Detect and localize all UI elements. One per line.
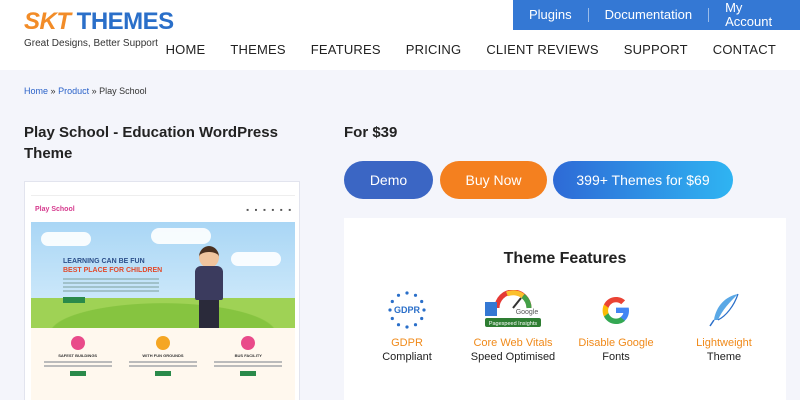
preview-hero: LEARNING CAN BE FUN BEST PLACE FOR CHILD… bbox=[31, 222, 295, 328]
theme-features-panel: Theme Features GDPR GDPR Compliant Googl… bbox=[344, 218, 786, 400]
price-label: For $39 bbox=[344, 124, 398, 141]
feature-lightweight-title: Lightweight bbox=[696, 337, 752, 349]
svg-text:GDPR: GDPR bbox=[394, 305, 421, 315]
gdpr-icon: GDPR bbox=[387, 290, 427, 330]
breadcrumb-separator: » bbox=[91, 86, 97, 96]
feature-fonts-title: Disable Google bbox=[578, 337, 654, 349]
feature-cwv-title: Core Web Vitals bbox=[473, 337, 553, 349]
topbar-my-account-link[interactable]: My Account bbox=[709, 1, 800, 29]
nav-features[interactable]: FEATURES bbox=[311, 42, 381, 57]
main-navigation: HOME THEMES FEATURES PRICING CLIENT REVI… bbox=[141, 42, 776, 57]
preview-hero-subheading: BEST PLACE FOR CHILDREN bbox=[63, 267, 163, 274]
preview-feature-cards: SAFEST BUILDINGS WITH FUN GROUNDS BUS FA… bbox=[31, 328, 295, 400]
preview-hero-heading: LEARNING CAN BE FUN bbox=[63, 258, 145, 265]
nav-home[interactable]: HOME bbox=[166, 42, 206, 57]
nav-client-reviews[interactable]: CLIENT REVIEWS bbox=[486, 42, 598, 57]
nav-contact[interactable]: CONTACT bbox=[713, 42, 776, 57]
themes-bundle-button[interactable]: 399+ Themes for $69 bbox=[553, 161, 733, 199]
breadcrumb: Home » Product » Play School bbox=[24, 86, 147, 96]
feature-core-web-vitals: Google Pagespeed Insights Core Web Vital… bbox=[463, 289, 563, 365]
theme-preview-image[interactable]: Play School ■ ■ ■ ■ ■ ■ LEARNING CAN BE FUN B… bbox=[24, 181, 300, 400]
nav-themes[interactable]: THEMES bbox=[230, 42, 285, 57]
top-utility-bar: Plugins Documentation My Account bbox=[513, 0, 800, 30]
breadcrumb-product[interactable]: Product bbox=[58, 86, 89, 96]
svg-text:Pagespeed Insights: Pagespeed Insights bbox=[489, 321, 538, 327]
preview-topbar bbox=[31, 188, 295, 196]
breadcrumb-current: Play School bbox=[99, 86, 147, 96]
feature-lightweight: Lightweight Theme bbox=[674, 290, 774, 365]
feature-disable-google-fonts: Disable Google Fonts bbox=[566, 290, 666, 365]
preview-mockup: Play School ■ ■ ■ ■ ■ ■ LEARNING CAN BE FUN B… bbox=[31, 188, 295, 400]
preview-logo: Play School bbox=[35, 205, 75, 213]
site-header: SKT THEMES Great Designs, Better Support… bbox=[0, 0, 800, 70]
logo-wordmark: SKT THEMES bbox=[24, 8, 174, 35]
demo-button[interactable]: Demo bbox=[344, 161, 433, 199]
feature-lightweight-subtitle: Theme bbox=[706, 351, 742, 363]
breadcrumb-separator: » bbox=[50, 86, 56, 96]
svg-text:Google: Google bbox=[516, 309, 539, 316]
topbar-plugins-link[interactable]: Plugins bbox=[513, 8, 589, 22]
breadcrumb-home[interactable]: Home bbox=[24, 86, 48, 96]
nav-pricing[interactable]: PRICING bbox=[406, 42, 462, 57]
feather-icon bbox=[704, 290, 744, 330]
topbar-documentation-link[interactable]: Documentation bbox=[589, 8, 710, 22]
google-icon bbox=[596, 290, 636, 330]
pagespeed-icon: Google Pagespeed Insights bbox=[483, 289, 543, 330]
features-title: Theme Features bbox=[503, 250, 627, 267]
feature-gdpr: GDPR GDPR Compliant bbox=[357, 290, 457, 365]
preview-menu: ■ ■ ■ ■ ■ ■ bbox=[246, 206, 291, 212]
product-title: Play School - Education WordPress Theme bbox=[24, 124, 278, 162]
feature-fonts-subtitle: Fonts bbox=[602, 351, 630, 363]
nav-support[interactable]: SUPPORT bbox=[624, 42, 688, 57]
feature-cwv-subtitle: Speed Optimised bbox=[470, 351, 556, 363]
buy-now-button[interactable]: Buy Now bbox=[440, 161, 547, 199]
feature-gdpr-subtitle: Compliant bbox=[382, 351, 432, 363]
feature-gdpr-title: GDPR bbox=[391, 337, 423, 349]
preview-child-illustration bbox=[191, 246, 227, 328]
preview-header: Play School ■ ■ ■ ■ ■ ■ bbox=[31, 196, 295, 222]
